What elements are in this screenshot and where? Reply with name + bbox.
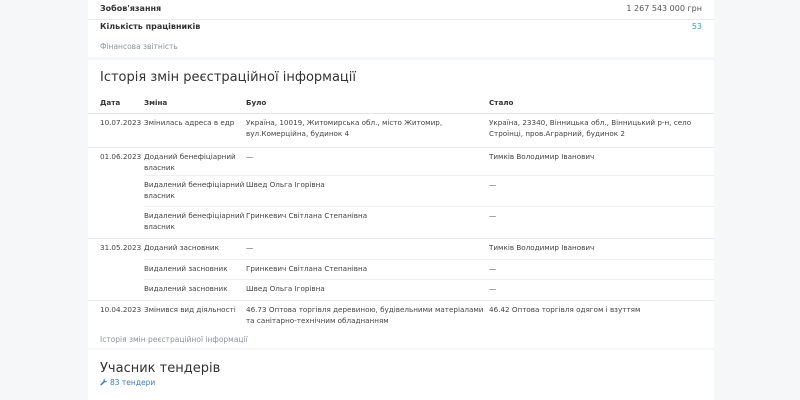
- history-card: Історія змін реєстраційної інформації Да…: [88, 60, 714, 348]
- row-date: [88, 279, 144, 300]
- obligations-label: Зобов'язання: [100, 4, 162, 13]
- tenders-card: Учасник тендерів 83 тендери: [88, 350, 714, 400]
- obligations-row: Зобов'язання 1 267 543 000 грн: [88, 0, 714, 20]
- table-row: Видалений бенефіціарний власник Гринкеви…: [88, 205, 714, 238]
- table-row: 10.07.2023 Змінилась адреса в едр Україн…: [88, 112, 714, 147]
- table-row: Видалений бенефіціарний власник Швед Оль…: [88, 174, 714, 206]
- history-header-row: Дата Зміна Було Стало: [88, 93, 714, 114]
- person-link[interactable]: Гринкевич Світлана Степанівна: [246, 258, 489, 279]
- employees-value: 53: [691, 22, 702, 31]
- row-change: Доданий засновник: [144, 237, 246, 259]
- history-title: Історія змін реєстраційної інформації: [100, 70, 356, 85]
- employees-row: Кількість працівників 53: [88, 18, 714, 38]
- row-change: Видалений бенефіціарний власник: [144, 174, 246, 206]
- row-change: Доданий бенефіціарний власник: [144, 146, 246, 175]
- row-was: 46.73 Оптова торгівля деревиною, будівел…: [246, 299, 489, 334]
- person-link[interactable]: Швед Ольга Ігорівна: [246, 278, 489, 300]
- table-row: Видалений засновник Швед Ольга Ігорівна …: [88, 278, 714, 300]
- tenders-count: 83 тендери: [110, 378, 156, 387]
- table-row: Видалений засновник Гринкевич Світлана С…: [88, 258, 714, 279]
- row-was: Україна, 10019, Житомирська обл., місто …: [246, 112, 489, 147]
- row-date: 01.06.2023: [88, 146, 144, 175]
- beneficiary-link[interactable]: Тимків Володимир Іванович: [489, 146, 714, 175]
- row-date: 10.07.2023: [88, 112, 144, 147]
- row-date: 10.04.2023: [88, 299, 144, 334]
- row-was: —: [246, 146, 489, 175]
- row-became: Україна, 23340, Вінницька обл., Вінницьк…: [489, 112, 714, 147]
- row-date: [88, 259, 144, 279]
- tenders-link[interactable]: 83 тендери: [100, 378, 155, 387]
- person-link[interactable]: Гринкевич Світлана Степанівна: [246, 205, 489, 238]
- col-was: Було: [246, 93, 489, 114]
- row-change: Змінилась адреса в едр: [144, 112, 246, 147]
- table-row: 10.04.2023 Змінився вид діяльності 46.73…: [88, 299, 714, 334]
- table-row: 01.06.2023 Доданий бенефіціарний власник…: [88, 146, 714, 175]
- col-date: Дата: [88, 93, 144, 114]
- row-became: 46.42 Оптова торгівля одягом і взуттям: [489, 299, 714, 334]
- row-became: —: [489, 258, 714, 279]
- row-date: 31.05.2023: [88, 237, 144, 259]
- summary-card: Зобов'язання 1 267 543 000 грн Кількість…: [88, 0, 714, 57]
- row-change: Видалений засновник: [144, 278, 246, 300]
- employees-label: Кількість працівників: [100, 22, 201, 31]
- tenders-title: Учасник тендерів: [100, 361, 221, 376]
- row-change: Видалений бенефіціарний власник: [144, 205, 246, 238]
- row-became: —: [489, 174, 714, 206]
- table-row: 31.05.2023 Доданий засновник — Тимків Во…: [88, 237, 714, 259]
- row-was: —: [246, 237, 489, 259]
- obligations-value: 1 267 543 000 грн: [626, 4, 702, 13]
- history-footer-link[interactable]: Історія змін реєстраційної інформації: [100, 335, 248, 344]
- history-table: Дата Зміна Було Стало 10.07.2023 Змінила…: [88, 93, 714, 334]
- row-became: —: [489, 205, 714, 238]
- financial-report-link[interactable]: Фінансова звітність: [100, 42, 178, 51]
- row-change: Видалений засновник: [144, 258, 246, 279]
- row-became: —: [489, 278, 714, 300]
- row-date: [88, 175, 144, 206]
- wrench-icon: [100, 378, 108, 386]
- col-became: Стало: [489, 93, 714, 114]
- person-link[interactable]: Швед Ольга Ігорівна: [246, 174, 489, 206]
- col-change: Зміна: [144, 93, 246, 114]
- founder-link[interactable]: Тимків Володимир Іванович: [489, 237, 714, 259]
- row-change: Змінився вид діяльності: [144, 299, 246, 334]
- row-date: [88, 206, 144, 238]
